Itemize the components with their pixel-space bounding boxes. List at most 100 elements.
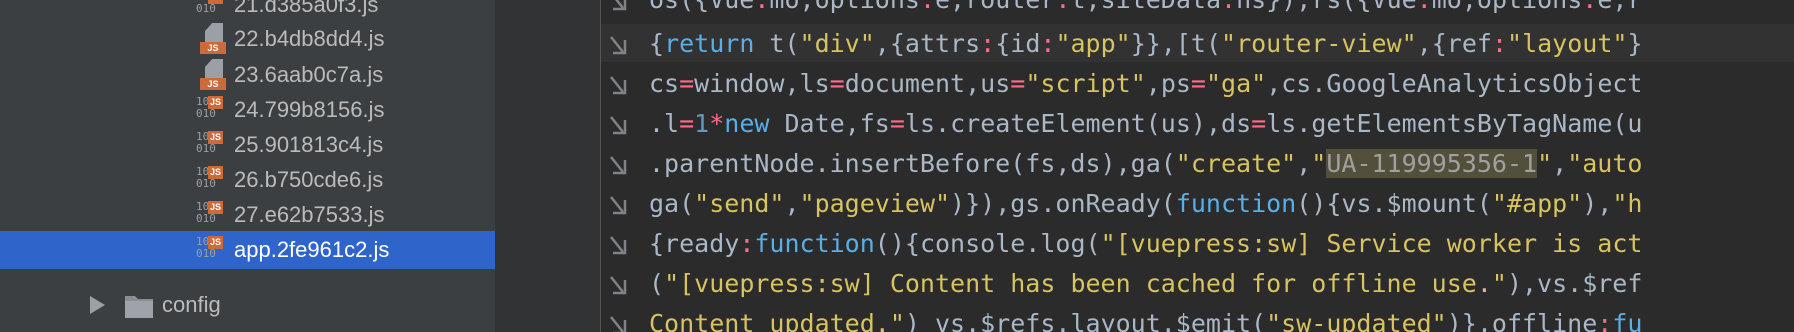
code-line: cs=window,ls=document,us="script",ps="ga… [610, 64, 1643, 104]
binary-digits: 010 [196, 142, 216, 155]
code-token: } [1627, 29, 1643, 58]
code-token: "pageview" [799, 189, 951, 218]
code-token: new [724, 109, 770, 138]
soft-wrap-icon [610, 76, 627, 95]
code-token: : [739, 229, 755, 258]
file-tree-item[interactable]: 10 010 JS 26.b750cde6.js [0, 161, 495, 199]
code-token: "script" [1025, 69, 1146, 98]
soft-wrap-icon [610, 116, 627, 135]
code-line: .parentNode.insertBefore(fs,ds),ga("crea… [610, 144, 1643, 184]
code-token: mo,options [1432, 0, 1583, 14]
binary-js-file-icon: 10010JS [196, 199, 226, 231]
code-token: (){console.log( [874, 229, 1101, 258]
code-token: " [1537, 149, 1553, 178]
code-token: cs [649, 69, 680, 98]
code-token: window,ls [694, 69, 830, 98]
code-token: "#app" [1491, 189, 1583, 218]
code-token: {id [995, 29, 1041, 58]
code-token: : [1582, 0, 1597, 14]
code-token: "[vuepress:sw] Content has been cached f… [664, 269, 1507, 298]
expand-arrow-icon[interactable] [88, 295, 106, 315]
code-token: ls.createElement(us),ds [904, 109, 1252, 138]
js-file-icon: JS [196, 23, 226, 55]
code-token: os({Vue [649, 0, 754, 14]
file-name: 22.b4db8dd4.js [234, 26, 385, 51]
code-token: function [1175, 189, 1297, 218]
file-name: 27.e62b7533.js [234, 202, 385, 227]
code-token: fu [1612, 309, 1643, 332]
code-token: e,router [935, 0, 1055, 14]
code-token: = [829, 69, 845, 98]
file-tree-item[interactable]: 10 010 JS 24.799b8156.js [0, 91, 495, 129]
file-tree-item[interactable]: JS 23.6aab0c7a.js [0, 56, 495, 94]
code-token: 1 [694, 109, 710, 138]
file-name: 26.b750cde6.js [234, 167, 384, 192]
binary-js-file-icon: 10010JS [196, 129, 226, 161]
code-token: "ga" [1205, 69, 1267, 98]
binary-js-file-icon: 10010JS [196, 164, 226, 196]
js-file-icon: JS [196, 59, 226, 91]
binary-digits: 010 [196, 177, 216, 190]
js-badge: JS [208, 201, 223, 214]
code-token: "[vuepress:sw] Service worker is act [1100, 229, 1643, 258]
soft-wrap-icon [610, 236, 627, 255]
code-token: "h [1612, 189, 1643, 218]
code-token: " [1311, 149, 1327, 178]
code-token: .l [649, 109, 680, 138]
file-name: 23.6aab0c7a.js [234, 62, 384, 87]
code-token: : [980, 29, 996, 58]
code-line: .l=1*new Date,fs=ls.createElement(us),ds… [610, 104, 1642, 144]
code-token: : [1055, 0, 1070, 14]
js-badge: JS [208, 0, 223, 4]
code-editor[interactable]: os({Vue:mo,options:e,router:t,siteData:n… [601, 0, 1794, 332]
file-tree-item[interactable]: JS 22.b4db8dd4.js [0, 20, 495, 58]
code-token: , [784, 189, 800, 218]
folder-name: config [162, 292, 221, 317]
soft-wrap-icon [610, 156, 627, 175]
binary-js-file-icon: 10010JS [196, 0, 226, 21]
code-token: = [1190, 69, 1206, 98]
code-token: .parentNode.insertBefore(fs,ds),ga( [649, 149, 1176, 178]
code-token: : [754, 0, 769, 14]
code-token: Date,fs [769, 109, 890, 138]
js-badge: JS [200, 78, 226, 90]
code-token: ,cs.GoogleAnalyticsObject [1266, 69, 1643, 98]
code-token: : [1491, 29, 1508, 58]
code-token: "div" [799, 29, 875, 58]
code-token: * [709, 109, 725, 138]
code-line: {return t("div",{attrs:{id:"app"}},[t("r… [610, 24, 1643, 64]
code-token: e,r [1597, 0, 1642, 14]
file-tree-item[interactable]: 10 010 JS app.2fe961c2.js [0, 231, 495, 269]
file-name: 24.799b8156.js [234, 97, 385, 122]
soft-wrap-icon [610, 276, 627, 295]
folder-tree-item[interactable]: config [0, 286, 495, 324]
code-line: ga("send","pageview")}),gs.onReady(funct… [610, 184, 1643, 224]
code-token: t( [754, 29, 800, 58]
project-tree: 10010JS 21.d385a0f3.js JS 22.b4db8dd4.js JS 2… [0, 0, 495, 332]
code-token: : [1597, 309, 1613, 332]
code-token: : [920, 0, 935, 14]
code-token: "create" [1175, 149, 1297, 178]
code-line: ("[vuepress:sw] Content has been cached … [610, 264, 1642, 304]
code-token: ( [649, 269, 665, 298]
code-token: document,us [844, 69, 1011, 98]
file-tree-item[interactable]: 10 010 JS 25.901813c4.js [0, 126, 495, 164]
file-name: 25.901813c4.js [234, 132, 384, 157]
code-token: (){vs.$mount( [1296, 189, 1492, 218]
file-name: 21.d385a0f3.js [234, 0, 379, 17]
soft-wrap-icon [613, 0, 627, 11]
binary-digits: 010 [196, 107, 216, 120]
code-token: : [1417, 0, 1432, 14]
code-token: "send" [694, 189, 785, 218]
code-token: )},offline [1446, 309, 1598, 332]
code-token: "layout" [1507, 29, 1628, 58]
code-token: Content updated." [649, 309, 905, 332]
code-line: os({Vue:mo,options:e,router:t,siteData:n… [613, 0, 1642, 20]
file-tree-item[interactable]: 10 010 JS 27.e62b7533.js [0, 196, 495, 234]
highlighted-token: UA-119995356-1 [1326, 149, 1538, 178]
code-token: "app" [1055, 29, 1131, 58]
code-line: Content updated.") vs.$refs.layout.$emit… [610, 304, 1643, 332]
binary-digits: 010 [196, 2, 216, 15]
code-token: "auto [1567, 149, 1643, 178]
code-line: {ready:function(){console.log("[vuepress… [610, 224, 1643, 264]
